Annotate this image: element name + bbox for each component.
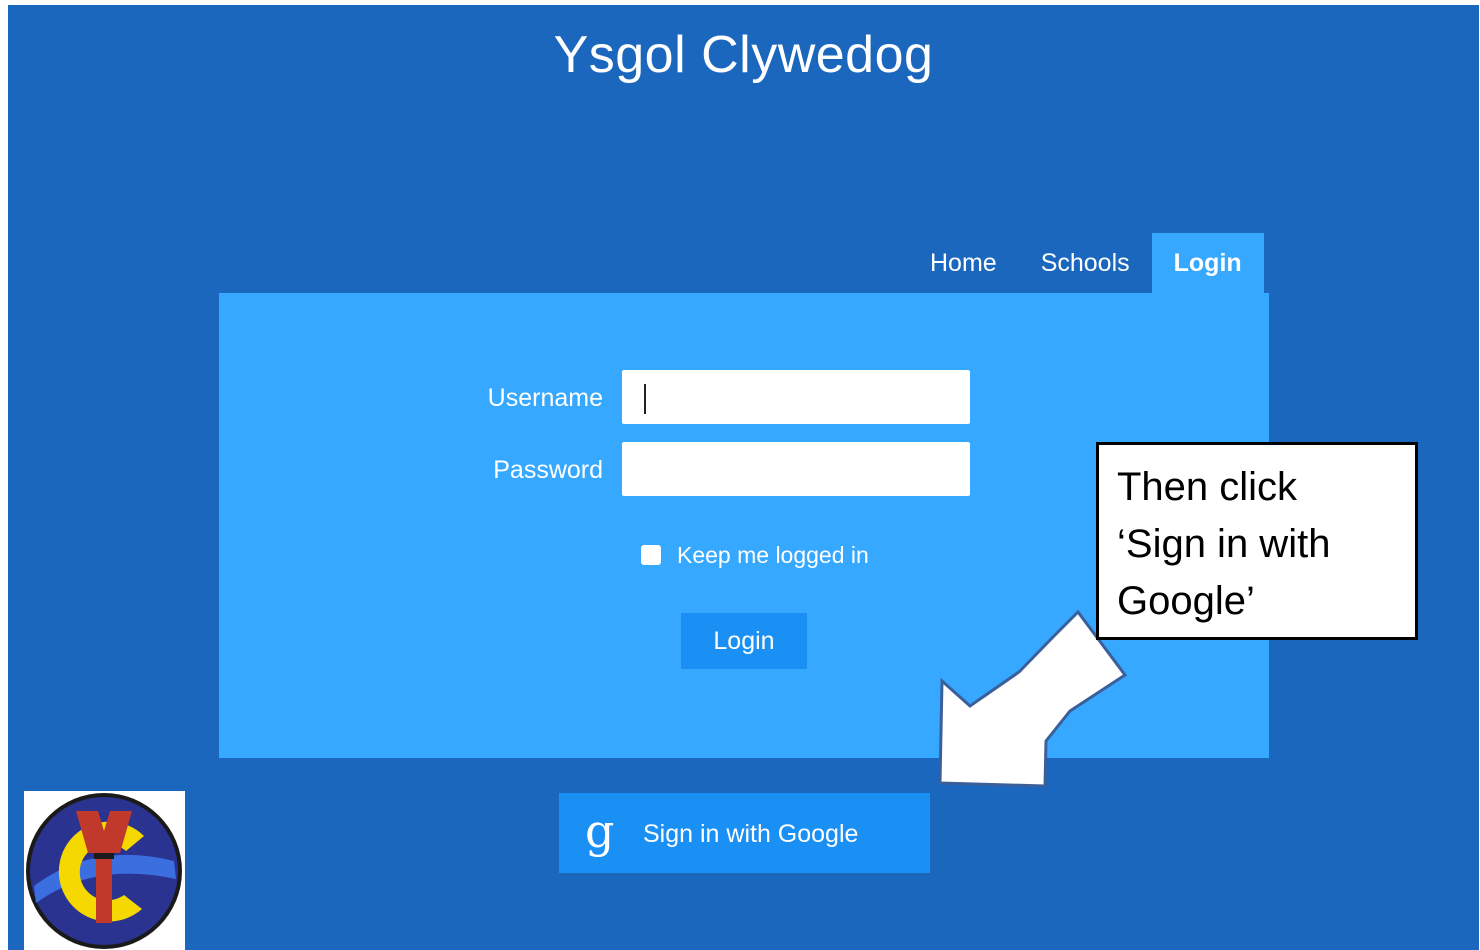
page-background: Ysgol Clywedog Home Schools Login Userna… (8, 5, 1479, 950)
instruction-callout: Then click ‘Sign in with Google’ (1096, 442, 1418, 640)
school-crest-logo (24, 791, 185, 950)
